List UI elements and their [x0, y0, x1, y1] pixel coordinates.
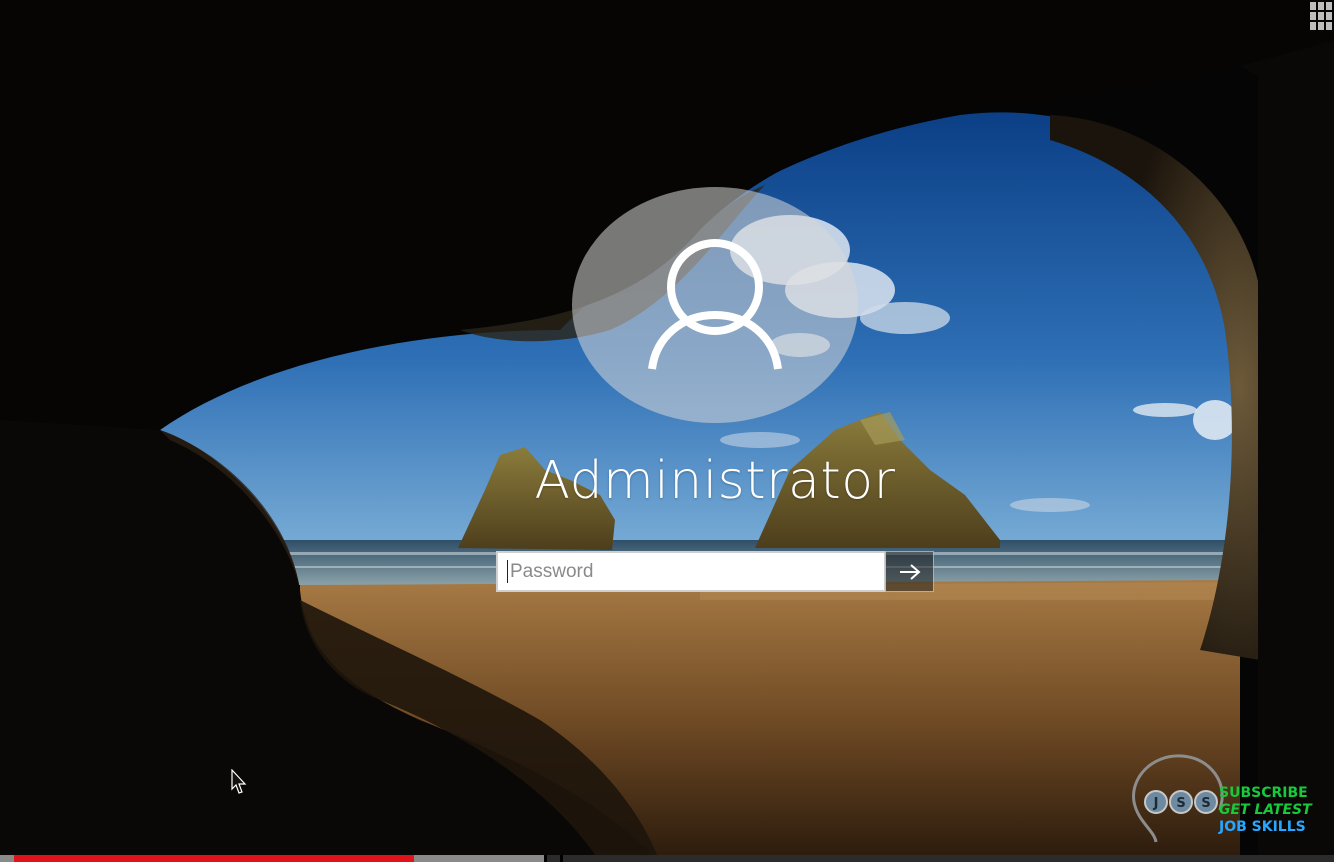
user-avatar [572, 187, 858, 423]
chapter-marker [544, 855, 547, 862]
watermark-subscribe: SUBSCRIBE [1219, 785, 1308, 801]
progress-played [14, 855, 414, 862]
arrow-right-icon [899, 563, 921, 580]
lock-screen: Administrator J S S SUBSCRIBE GET LATEST… [0, 0, 1334, 862]
logo-letter-3: S [1201, 796, 1210, 811]
grid-icon [1310, 2, 1332, 30]
password-input[interactable] [496, 551, 886, 592]
logo-letter-1: J [1153, 796, 1159, 811]
watermark-job-skills: JOB SKILLS [1219, 819, 1306, 835]
submit-button[interactable] [885, 551, 934, 592]
chapter-marker [560, 855, 563, 862]
video-progress-bar[interactable] [0, 855, 1334, 862]
mouse-pointer-icon [231, 769, 247, 794]
watermark-tagline: GET LATEST [1219, 802, 1312, 818]
password-row [496, 551, 934, 592]
user-icon [648, 239, 782, 370]
text-caret [507, 560, 508, 583]
channel-watermark[interactable]: J S S SUBSCRIBE GET LATEST JOB SKILLS [1126, 750, 1326, 850]
lock-screen-wallpaper [0, 0, 1334, 862]
logo-letter-2: S [1176, 796, 1185, 811]
user-name: Administrator [534, 451, 896, 511]
